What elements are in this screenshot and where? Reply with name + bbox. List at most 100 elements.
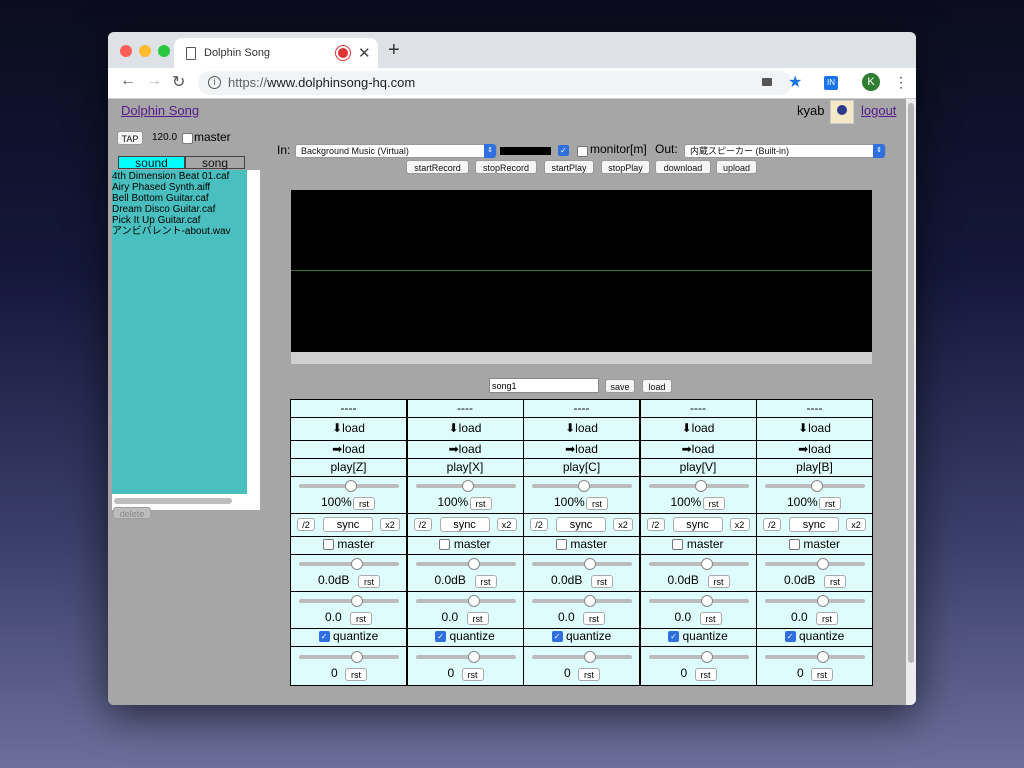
offset-reset-button[interactable]: rst	[461, 668, 484, 681]
gain-slider[interactable]	[415, 558, 516, 570]
tab-song[interactable]: song	[185, 156, 245, 170]
tab-close-icon[interactable]: ✕	[358, 44, 371, 62]
offset-slider[interactable]	[415, 651, 516, 663]
offset-reset-button[interactable]: rst	[578, 668, 600, 681]
upload-button[interactable]: upload	[716, 160, 757, 174]
slider-knob[interactable]	[467, 558, 480, 570]
sync-button[interactable]: sync	[556, 517, 606, 532]
double-rate-button[interactable]: x2	[380, 518, 400, 531]
gain-slider[interactable]	[299, 558, 399, 570]
address-bar[interactable]: i https://www.dolphinsong-hq.com	[198, 71, 792, 95]
pan-reset-button[interactable]: rst	[350, 612, 372, 625]
file-list[interactable]: 4th Dimension Beat 01.caf Airy Phased Sy…	[112, 170, 260, 510]
input-enable-checkbox[interactable]: ✓	[558, 145, 569, 156]
sync-button[interactable]: sync	[439, 517, 490, 532]
slider-knob[interactable]	[351, 595, 363, 607]
half-rate-button[interactable]: /2	[530, 518, 548, 531]
delete-button[interactable]: delete	[113, 507, 151, 519]
tempo-master-checkbox[interactable]	[182, 133, 193, 144]
double-rate-button[interactable]: x2	[496, 518, 517, 531]
pan-slider[interactable]	[415, 595, 516, 607]
rate-slider[interactable]	[648, 480, 749, 492]
pan-slider[interactable]	[765, 595, 865, 607]
pan-reset-button[interactable]: rst	[816, 612, 838, 625]
reload-icon[interactable]: ↻	[172, 72, 185, 92]
pan-slider[interactable]	[532, 595, 632, 607]
slider-knob[interactable]	[467, 651, 480, 663]
pan-slider[interactable]	[299, 595, 399, 607]
list-item[interactable]: Airy Phased Synth.aiff	[112, 182, 210, 193]
waveform-scrollbar[interactable]	[291, 352, 872, 364]
tap-button[interactable]: TAP	[117, 131, 143, 145]
offset-reset-button[interactable]: rst	[345, 668, 367, 681]
sync-button[interactable]: sync	[672, 517, 723, 532]
page-scrollbar-thumb[interactable]	[908, 103, 914, 663]
file-list-scrollbar[interactable]	[114, 498, 232, 504]
monitor-checkbox[interactable]	[577, 146, 588, 157]
half-rate-button[interactable]: /2	[297, 518, 315, 531]
play-button[interactable]: play[C]	[563, 460, 600, 474]
slider-knob[interactable]	[817, 651, 829, 663]
double-rate-button[interactable]: x2	[729, 518, 750, 531]
minimize-window-button[interactable]	[139, 45, 151, 57]
gain-reset-button[interactable]: rst	[474, 575, 497, 588]
load-right-button[interactable]: ➡load	[449, 442, 482, 456]
list-item[interactable]: アンビバレント-about.wav	[112, 226, 231, 237]
menu-icon[interactable]: ⋮	[894, 74, 908, 91]
slider-knob[interactable]	[700, 558, 713, 570]
gain-reset-button[interactable]: rst	[591, 575, 613, 588]
rate-reset-button[interactable]: rst	[469, 497, 492, 510]
load-down-button[interactable]: ⬇load	[798, 421, 831, 435]
rate-reset-button[interactable]: rst	[353, 497, 375, 510]
info-icon[interactable]: i	[208, 76, 221, 89]
track-master-checkbox[interactable]	[672, 539, 684, 551]
output-device-select[interactable]: 内蔵スピーカー (Built-in) ⇕	[684, 144, 886, 158]
list-item[interactable]: Pick It Up Guitar.caf	[112, 215, 200, 226]
play-button[interactable]: play[X]	[447, 460, 484, 474]
pan-reset-button[interactable]: rst	[583, 612, 605, 625]
close-window-button[interactable]	[120, 45, 132, 57]
gain-reset-button[interactable]: rst	[707, 575, 730, 588]
app-home-link[interactable]: Dolphin Song	[121, 103, 199, 118]
quantize-checkbox[interactable]: ✓	[668, 631, 680, 643]
slider-knob[interactable]	[700, 595, 713, 607]
list-item[interactable]: Bell Bottom Guitar.caf	[112, 193, 209, 204]
slider-knob[interactable]	[584, 558, 596, 570]
extension-icon[interactable]: IN	[824, 76, 838, 90]
gain-slider[interactable]	[765, 558, 865, 570]
page-scrollbar[interactable]	[906, 99, 916, 705]
rate-reset-button[interactable]: rst	[819, 497, 841, 510]
slider-knob[interactable]	[694, 480, 707, 492]
slider-knob[interactable]	[817, 595, 829, 607]
stop-play-button[interactable]: stopPlay	[601, 160, 650, 174]
save-button[interactable]: save	[605, 379, 635, 393]
rate-slider[interactable]	[415, 480, 516, 492]
half-rate-button[interactable]: /2	[413, 518, 432, 531]
play-button[interactable]: play[B]	[796, 460, 833, 474]
slider-knob[interactable]	[467, 595, 480, 607]
profile-avatar[interactable]: K	[862, 73, 880, 91]
download-button[interactable]: download	[655, 160, 711, 174]
pan-slider[interactable]	[648, 595, 749, 607]
play-button[interactable]: play[V]	[680, 460, 717, 474]
sync-button[interactable]: sync	[789, 517, 839, 532]
track-master-checkbox[interactable]	[439, 539, 451, 551]
rate-reset-button[interactable]: rst	[702, 497, 725, 510]
double-rate-button[interactable]: x2	[846, 518, 866, 531]
zoom-window-button[interactable]	[158, 45, 170, 57]
slider-knob[interactable]	[700, 651, 713, 663]
slider-knob[interactable]	[461, 480, 474, 492]
logout-link[interactable]: logout	[861, 103, 896, 118]
load-down-button[interactable]: ⬇load	[449, 421, 482, 435]
rate-slider[interactable]	[765, 480, 865, 492]
load-down-button[interactable]: ⬇load	[332, 421, 365, 435]
stop-record-button[interactable]: stopRecord	[475, 160, 537, 174]
slider-knob[interactable]	[584, 651, 596, 663]
forward-icon[interactable]: →	[146, 72, 162, 90]
start-play-button[interactable]: startPlay	[544, 160, 594, 174]
slider-knob[interactable]	[811, 480, 823, 492]
offset-slider[interactable]	[532, 651, 632, 663]
slider-knob[interactable]	[345, 480, 357, 492]
pan-reset-button[interactable]: rst	[466, 612, 489, 625]
gain-slider[interactable]	[648, 558, 749, 570]
